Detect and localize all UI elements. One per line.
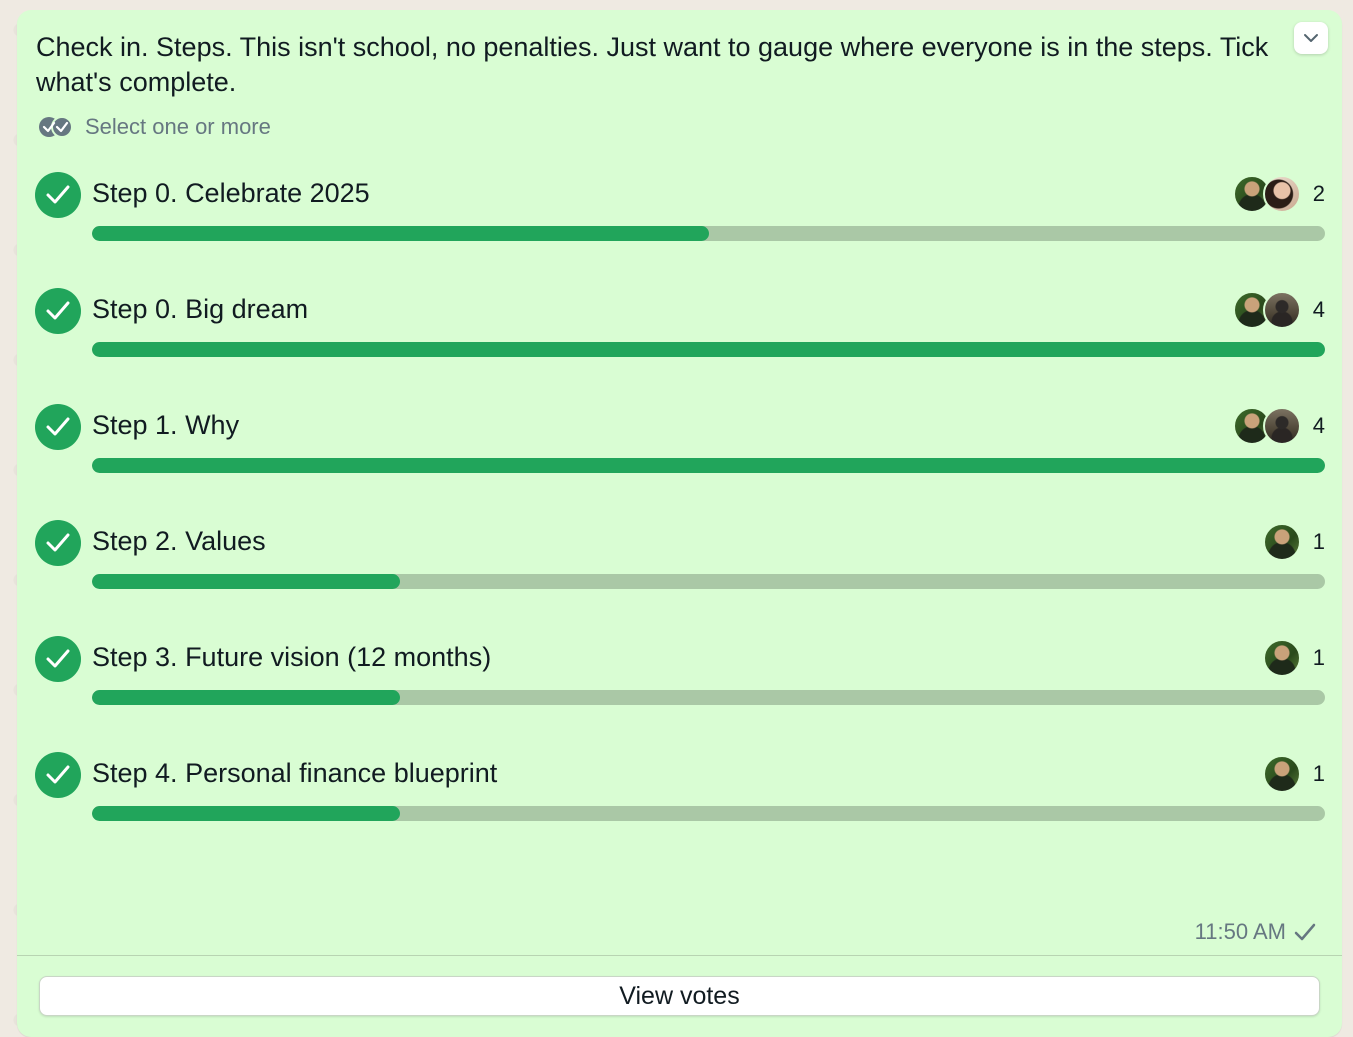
single-check-icon — [1294, 923, 1316, 941]
avatar — [1263, 755, 1301, 793]
poll-message-bubble: Check in. Steps. This isn't school, no p… — [17, 10, 1342, 1037]
double-check-icon — [39, 116, 73, 138]
message-menu-button[interactable] — [1294, 22, 1328, 54]
vote-progress-fill — [92, 806, 401, 821]
view-votes-button[interactable]: View votes — [39, 976, 1320, 1016]
vote-progress-bar — [92, 226, 1325, 241]
poll-option[interactable]: Step 2. Values 1 — [35, 520, 1325, 600]
avatar — [1263, 291, 1301, 329]
message-meta: 11:50 AM — [1195, 918, 1316, 946]
option-voters[interactable]: 2 — [1233, 174, 1325, 214]
check-circle-icon[interactable] — [35, 288, 81, 334]
option-voters[interactable]: 1 — [1263, 522, 1325, 562]
option-label: Step 1. Why — [92, 410, 240, 440]
select-hint-text: Select one or more — [85, 114, 271, 139]
divider — [17, 955, 1342, 956]
poll-option[interactable]: Step 4. Personal finance blueprint 1 — [35, 752, 1325, 832]
vote-progress-fill — [92, 458, 1325, 473]
poll-option[interactable]: Step 0. Big dream 4 — [35, 288, 1325, 368]
poll-option[interactable]: Step 0. Celebrate 2025 2 — [35, 172, 1325, 252]
vote-count: 4 — [1312, 297, 1325, 322]
poll-option[interactable]: Step 1. Why 4 — [35, 404, 1325, 484]
option-voters[interactable]: 1 — [1263, 638, 1325, 678]
avatar — [1263, 175, 1301, 213]
vote-progress-bar — [92, 690, 1325, 705]
option-voters[interactable]: 4 — [1233, 290, 1325, 330]
vote-progress-fill — [92, 574, 401, 589]
check-circle-icon[interactable] — [35, 172, 81, 218]
vote-progress-bar — [92, 574, 1325, 589]
select-hint: Select one or more — [37, 113, 271, 141]
poll-question: Check in. Steps. This isn't school, no p… — [36, 32, 1269, 97]
vote-count: 1 — [1312, 645, 1325, 670]
vote-count: 1 — [1312, 761, 1325, 786]
message-timestamp: 11:50 AM — [1194, 919, 1286, 944]
option-label: Step 4. Personal finance blueprint — [92, 758, 498, 788]
vote-progress-fill — [92, 342, 1325, 357]
avatar — [1263, 523, 1301, 561]
option-voters[interactable]: 4 — [1233, 406, 1325, 446]
vote-progress-fill — [92, 226, 709, 241]
avatar — [1263, 639, 1301, 677]
vote-progress-bar — [92, 458, 1325, 473]
chevron-down-icon — [1304, 34, 1318, 42]
option-label: Step 0. Celebrate 2025 — [92, 178, 370, 208]
option-label: Step 0. Big dream — [92, 294, 309, 324]
check-circle-icon[interactable] — [35, 752, 81, 798]
option-label: Step 3. Future vision (12 months) — [92, 642, 492, 672]
vote-count: 1 — [1312, 529, 1325, 554]
check-circle-icon[interactable] — [35, 636, 81, 682]
vote-progress-bar — [92, 342, 1325, 357]
check-circle-icon[interactable] — [35, 520, 81, 566]
vote-count: 2 — [1312, 181, 1325, 206]
poll-option[interactable]: Step 3. Future vision (12 months) 1 — [35, 636, 1325, 716]
vote-progress-fill — [92, 690, 401, 705]
check-circle-icon[interactable] — [35, 404, 81, 450]
vote-progress-bar — [92, 806, 1325, 821]
option-voters[interactable]: 1 — [1263, 754, 1325, 794]
option-label: Step 2. Values — [92, 526, 266, 556]
avatar — [1263, 407, 1301, 445]
vote-count: 4 — [1312, 413, 1325, 438]
